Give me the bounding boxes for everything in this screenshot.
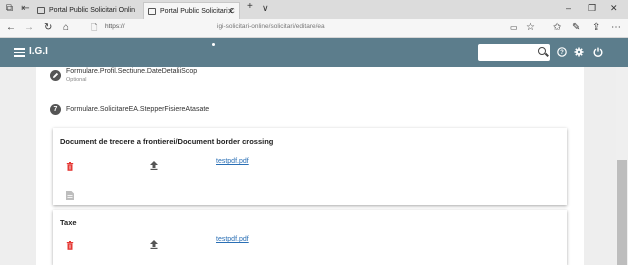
tab-list-button[interactable]: ∨ bbox=[262, 3, 269, 14]
address-bar: ← → ↻ ⌂ 🗋 https:// igi-solicitari-online… bbox=[0, 19, 628, 38]
step-label[interactable]: Formulare.Profil.Sectiune.DateDetaliiSco… bbox=[66, 68, 197, 75]
help-icon[interactable]: ? bbox=[557, 47, 567, 57]
file-link[interactable]: testpdf.pdf bbox=[216, 158, 249, 165]
loading-dot bbox=[212, 43, 215, 46]
file-link[interactable]: testpdf.pdf bbox=[216, 236, 249, 243]
card-title: Taxe bbox=[60, 218, 77, 227]
page-icon bbox=[37, 7, 45, 14]
favorite-star-icon[interactable]: ☆ bbox=[526, 22, 535, 34]
back-icon[interactable]: ← bbox=[6, 22, 16, 34]
step-edit-icon bbox=[50, 70, 61, 81]
tab-actions-icon[interactable]: ⧉ bbox=[4, 4, 15, 14]
step-sublabel: Optional bbox=[66, 77, 87, 83]
pen-icon[interactable]: ✎ bbox=[572, 22, 580, 34]
close-window-icon[interactable]: ✕ bbox=[610, 3, 618, 14]
step-number: 7 bbox=[50, 104, 61, 115]
refresh-icon[interactable]: ↻ bbox=[44, 22, 52, 34]
maximize-icon[interactable]: ❐ bbox=[588, 3, 596, 14]
minimize-icon[interactable]: – bbox=[566, 3, 571, 13]
step-label[interactable]: Formulare.SolicitareEA.StepperFisiereAta… bbox=[66, 106, 209, 113]
attachment-card: Taxe testpdf.pdf bbox=[53, 210, 567, 265]
browser-tab-label: Portal Public Solicitari C bbox=[160, 8, 235, 15]
delete-icon[interactable] bbox=[66, 241, 74, 250]
app-header: I.G.I ? bbox=[0, 38, 628, 67]
more-icon[interactable]: ⋯ bbox=[611, 22, 621, 34]
document-icon[interactable] bbox=[66, 191, 74, 200]
set-aside-tabs-icon[interactable]: ⇤ bbox=[20, 4, 31, 14]
app-title: I.G.I bbox=[29, 46, 48, 57]
browser-tab-2[interactable]: Portal Public Solicitari C ✕ bbox=[143, 2, 240, 19]
logout-icon[interactable] bbox=[593, 47, 603, 57]
url-field[interactable]: 🗋 https:// igi-solicitari-online/solicit… bbox=[87, 22, 547, 35]
lock-icon: 🗋 bbox=[91, 23, 98, 32]
browser-tab-1[interactable]: Portal Public Solicitari Onlin bbox=[33, 2, 143, 19]
attachment-card: Document de trecere a frontierei/Documen… bbox=[53, 128, 567, 205]
home-icon[interactable]: ⌂ bbox=[63, 22, 69, 34]
card-title: Document de trecere a frontierei/Documen… bbox=[60, 137, 274, 146]
favorites-icon[interactable]: ✩ bbox=[553, 22, 561, 34]
settings-icon[interactable] bbox=[574, 47, 584, 57]
url-path: igi-solicitari-online/solicitari/editare… bbox=[217, 23, 325, 30]
delete-icon[interactable] bbox=[66, 162, 74, 171]
reading-view-icon[interactable]: ▭ bbox=[510, 22, 518, 34]
new-tab-button[interactable]: + bbox=[247, 1, 253, 12]
search-input[interactable] bbox=[478, 44, 550, 61]
browser-tab-bar: ⧉ ⇤ Portal Public Solicitari Onlin Porta… bbox=[0, 0, 628, 19]
upload-icon[interactable] bbox=[150, 161, 158, 170]
share-icon[interactable]: ⇪ bbox=[592, 22, 600, 34]
scrollbar-thumb[interactable] bbox=[617, 160, 627, 265]
search-icon[interactable] bbox=[538, 47, 546, 55]
close-tab-icon[interactable]: ✕ bbox=[227, 3, 234, 19]
url-prefix: https:// bbox=[105, 23, 125, 30]
menu-icon[interactable] bbox=[14, 48, 25, 57]
svg-text:?: ? bbox=[560, 50, 564, 56]
page-icon bbox=[148, 8, 156, 15]
forward-icon[interactable]: → bbox=[24, 22, 34, 34]
browser-tab-label: Portal Public Solicitari Onlin bbox=[49, 7, 135, 14]
upload-icon[interactable] bbox=[150, 240, 158, 249]
